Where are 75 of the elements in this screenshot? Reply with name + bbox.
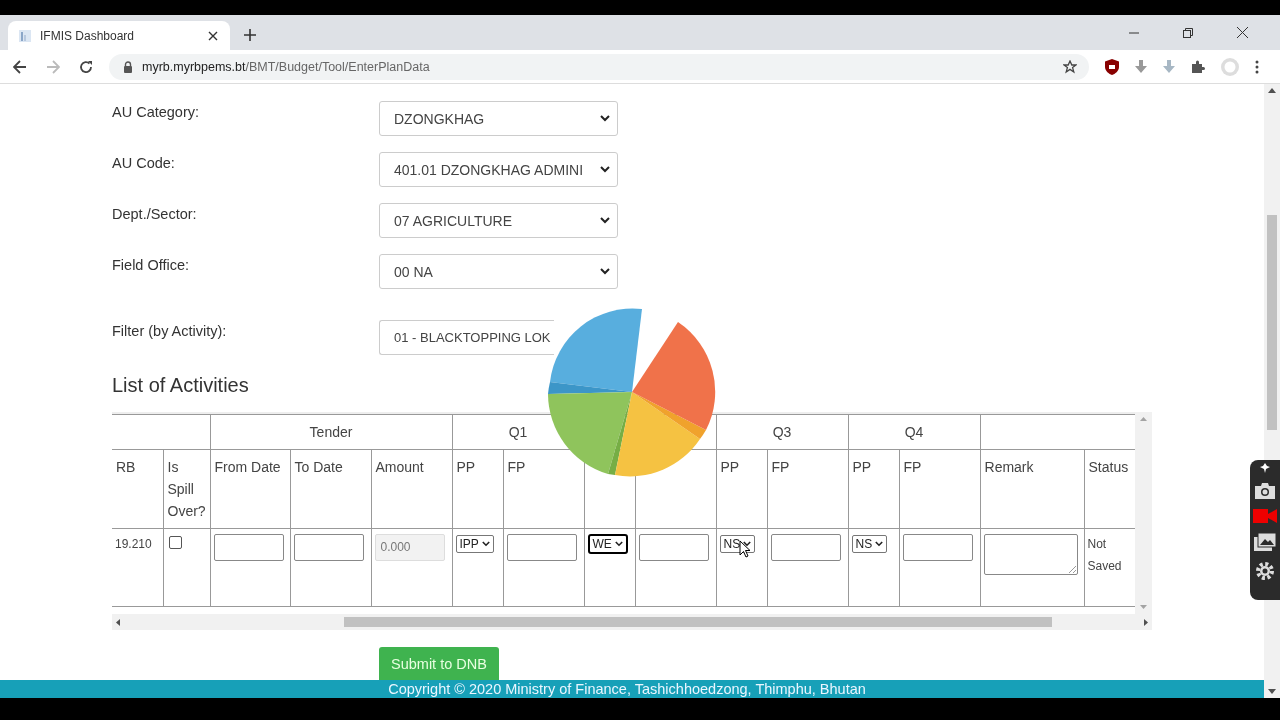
menu-icon[interactable] <box>1255 59 1259 74</box>
column-group-header: Q4 <box>848 414 980 450</box>
browser-tab[interactable]: IFMIS Dashboard <box>8 21 230 50</box>
scroll-left-icon[interactable] <box>116 618 120 626</box>
field-label: Field Office: <box>112 256 191 273</box>
scroll-up-icon[interactable] <box>1268 88 1276 93</box>
chevron-icon <box>743 541 752 547</box>
field-label: Filter (by Activity): <box>112 322 228 339</box>
column-header: To Date <box>290 449 371 529</box>
download-icon[interactable] <box>1135 59 1147 74</box>
page-icon <box>18 28 32 43</box>
video-camera-icon[interactable] <box>1253 509 1277 523</box>
text-field[interactable] <box>506 534 577 561</box>
lock-icon <box>123 60 133 73</box>
column-header: Is Spill Over? <box>163 449 210 529</box>
url-text: myrb.myrbpems.bt/BMT/Budget/Tool/EnterPlanData <box>142 59 430 74</box>
table-cell: 19.210 <box>112 528 163 607</box>
back-icon[interactable] <box>13 59 27 74</box>
column-header: Remark <box>980 449 1084 529</box>
text-field[interactable] <box>902 534 973 561</box>
text-field[interactable] <box>770 534 841 561</box>
column-header: From Date <box>210 449 290 529</box>
column-header: PP <box>848 449 899 529</box>
dropdown[interactable]: 01 - BLACKTOPPING LOK <box>379 320 554 355</box>
shield-icon[interactable] <box>1105 58 1119 75</box>
chevron-icon <box>600 268 610 275</box>
close-tab-icon[interactable] <box>208 30 218 41</box>
address-bar[interactable]: myrb.myrbpems.bt/BMT/Budget/Tool/EnterPlanData <box>109 53 1089 80</box>
close-icon[interactable] <box>1237 27 1248 38</box>
scrollbar-thumb[interactable] <box>1267 215 1277 430</box>
field-label: AU Code: <box>112 154 176 171</box>
restore-icon[interactable] <box>1183 27 1193 38</box>
scroll-right-icon[interactable] <box>1144 618 1148 626</box>
dropdown[interactable]: 07 AGRICULTURE <box>379 203 618 238</box>
mouse-cursor-icon <box>739 540 751 558</box>
column-group-header: Q3 <box>716 414 848 450</box>
dropdown[interactable]: 00 NA <box>379 254 618 289</box>
puzzle-icon[interactable] <box>1191 59 1205 74</box>
settings-icon[interactable] <box>1255 561 1275 581</box>
field-label: Dept./Sector: <box>112 205 198 222</box>
dropdown[interactable]: IPP <box>455 535 494 553</box>
dropdown[interactable]: DZONGKHAG <box>379 101 618 136</box>
chevron-icon <box>614 541 623 547</box>
column-group-header: Tender <box>210 414 452 450</box>
column-header: FP <box>899 449 980 529</box>
chevron-icon <box>600 166 610 173</box>
scrollbar-thumb[interactable] <box>344 617 1052 627</box>
scroll-down-icon[interactable] <box>1268 689 1276 694</box>
new-tab-icon[interactable] <box>244 28 256 41</box>
camera-icon[interactable] <box>1255 483 1275 499</box>
text-field[interactable] <box>638 534 709 561</box>
bookmark-star-icon[interactable] <box>1063 59 1077 74</box>
reload-icon[interactable] <box>79 59 93 74</box>
column-header: PP <box>452 449 503 529</box>
chevron-icon <box>600 115 610 122</box>
dropdown[interactable]: 401.01 DZONGKHAG ADMINI <box>379 152 618 187</box>
text-field[interactable] <box>213 534 284 561</box>
horizontal-scrollbar[interactable] <box>112 614 1152 630</box>
field-label: AU Category: <box>112 103 201 120</box>
checkbox[interactable] <box>168 536 182 549</box>
chevron-icon <box>600 217 610 224</box>
column-header: FP <box>767 449 848 529</box>
resize-grip-icon[interactable] <box>1068 566 1076 573</box>
chevron-icon <box>875 541 884 547</box>
footer-text: Copyright © 2020 Ministry of Finance, Tashichhoedzong, Thimphu, Bhutan <box>0 680 1264 698</box>
chevron-icon <box>481 541 490 547</box>
column-header: Amount <box>371 449 452 529</box>
text-field[interactable] <box>293 534 364 561</box>
text-area[interactable] <box>983 534 1078 575</box>
column-header: RB <box>112 449 163 529</box>
dropdown[interactable]: NS <box>851 535 888 553</box>
dropdown[interactable]: WE <box>587 534 628 554</box>
images-icon[interactable] <box>1254 533 1276 551</box>
section-title: List of Activities <box>112 374 249 397</box>
column-header: PP <box>716 449 767 529</box>
